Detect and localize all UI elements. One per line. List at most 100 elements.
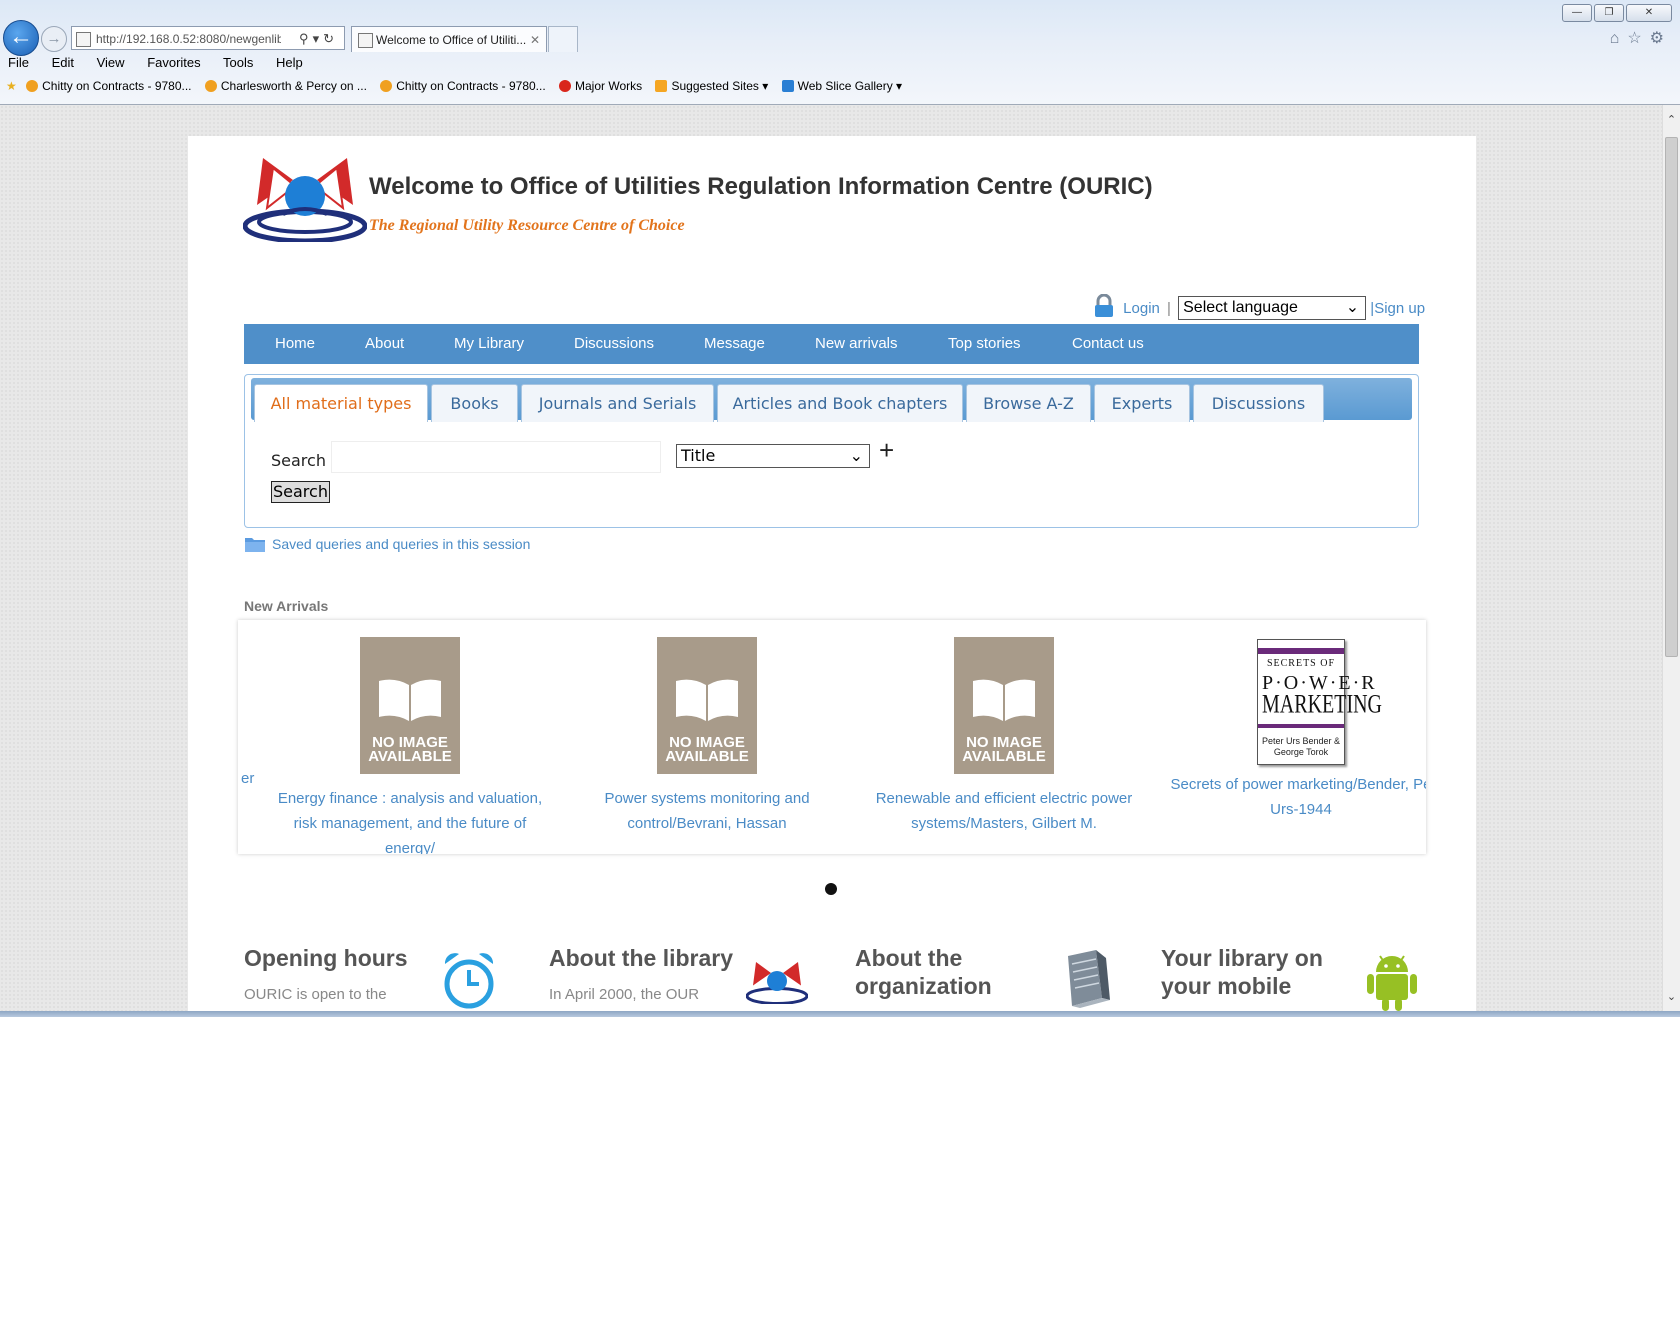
nav-my-library[interactable]: My Library [454,324,524,364]
previous-item-fragment[interactable]: er [241,770,254,787]
favorite-site-icon [655,80,668,92]
scroll-down-icon[interactable]: ⌄ [1663,990,1680,1007]
arrival-card[interactable]: SECRETS OF P·O·W·E·R MARKETING Peter Urs… [1156,620,1426,822]
new-arrivals-heading: New Arrivals [244,598,329,614]
favorite-item[interactable]: Web Slice Gallery ▾ [781,79,902,93]
arrival-card[interactable]: NO IMAGE AVAILABLE Renewable and efficien… [859,620,1149,836]
arrival-title[interactable]: Power systems monitoring and control/Bev… [562,786,852,836]
menu-file[interactable]: File [8,55,29,70]
nav-top-stories[interactable]: Top stories [948,324,1021,364]
nav-message[interactable]: Message [704,324,765,364]
tab-experts[interactable]: Experts [1094,384,1190,422]
about-library-section: About the library In April 2000, the OUR [549,944,739,1003]
nav-new-arrivals[interactable]: New arrivals [815,324,898,364]
arrival-title[interactable]: Renewable and efficient electric power s… [859,786,1149,836]
browser-tab[interactable]: Welcome to Office of Utiliti... ✕ [351,26,547,52]
close-icon[interactable]: ✕ [1626,4,1672,22]
tab-books[interactable]: Books [431,384,518,422]
about-library-title: About the library [549,945,734,971]
language-select[interactable]: Select language ⌄ [1178,296,1367,320]
browser-chrome: ← → http://192.168.0.52:8080/newgenlibct… [0,0,1680,105]
menu-favorites[interactable]: Favorites [147,55,200,70]
folder-icon [245,538,265,552]
favorite-site-icon [26,80,39,92]
search-label: Search [271,451,326,470]
mobile-library-section: Your library on your mobile [1161,944,1351,1013]
alarm-clock-icon [444,953,494,1009]
open-book-icon [973,679,1035,721]
page-viewport: Welcome to Office of Utilities Regulatio… [0,105,1662,1013]
user-bar: Login | Select language ⌄ |Sign up [1093,294,1425,320]
vertical-scrollbar[interactable]: ⌃ ⌄ [1662,105,1680,1013]
about-organization-section: About the organization [855,944,1045,1013]
tab-browse-a-z[interactable]: Browse A-Z [966,384,1091,422]
site-tagline: The Regional Utility Resource Centre of … [369,217,685,234]
menu-view[interactable]: View [97,55,125,70]
scroll-up-icon[interactable]: ⌃ [1663,113,1680,130]
search-tabs: All material types Books Journals and Se… [251,378,1412,422]
open-book-icon [676,679,738,721]
nav-discussions[interactable]: Discussions [574,324,654,364]
page-favicon-icon [76,32,91,47]
scrollbar-thumb[interactable] [1665,137,1678,657]
favorite-site-icon [204,80,217,92]
search-refresh-icon[interactable]: ⚲▾↻ [299,27,338,51]
about-organization-title: About the organization [855,945,992,999]
favorite-item[interactable]: Chitty on Contracts - 9780... [26,79,192,93]
favorites-star-icon[interactable]: ★ [6,79,17,93]
search-field-select[interactable]: Title ⌄ [676,444,870,468]
favorite-site-icon [380,80,393,92]
new-arrivals-carousel: er NO IMAGE AVAILABLE Energy finance : an… [238,620,1426,854]
favorite-site-icon [559,80,572,92]
nav-about[interactable]: About [365,324,404,364]
favorites-star-icon[interactable]: ☆ [1627,30,1649,47]
menu-bar: File Edit View Favorites Tools Help [8,55,322,70]
home-icon[interactable]: ⌂ [1610,30,1628,47]
favorite-item[interactable]: Chitty on Contracts - 9780... [380,79,546,93]
favorite-item[interactable]: Charlesworth & Percy on ... [204,79,367,93]
arrival-title[interactable]: Secrets of power marketing/Bender, Pe Ur… [1156,772,1427,822]
minimize-icon[interactable]: — [1562,4,1592,22]
menu-edit[interactable]: Edit [52,55,74,70]
favorite-item[interactable]: Major Works [559,79,642,93]
tab-all-material-types[interactable]: All material types [254,384,428,422]
back-button[interactable]: ← [3,20,39,56]
add-criteria-icon[interactable]: + [879,435,894,466]
new-tab-button[interactable] [548,26,578,52]
no-image-placeholder: NO IMAGE AVAILABLE [360,637,460,774]
menu-help[interactable]: Help [276,55,303,70]
mobile-library-title: Your library on your mobile [1161,945,1323,999]
ouric-logo-icon [243,158,367,242]
search-panel: All material types Books Journals and Se… [244,374,1419,528]
office-building-icon [1068,950,1110,1008]
favorites-bar: ★ Chitty on Contracts - 9780... Charlesw… [6,79,912,93]
tab-articles-and-book-chapters[interactable]: Articles and Book chapters [717,384,963,422]
saved-queries-link[interactable]: Saved queries and queries in this sessio… [244,535,530,553]
separator: | [1167,300,1171,317]
tab-close-icon[interactable]: ✕ [530,27,540,53]
library-logo-icon [746,962,808,1004]
carousel-page-dot[interactable] [825,883,837,895]
tab-discussions[interactable]: Discussions [1193,384,1324,422]
restore-icon[interactable]: ❐ [1594,4,1624,22]
taskbar [0,1011,1680,1017]
menu-tools[interactable]: Tools [223,55,253,70]
signup-link[interactable]: |Sign up [1370,300,1425,317]
arrival-card[interactable]: NO IMAGE AVAILABLE Energy finance : analy… [265,620,555,854]
search-input[interactable] [331,441,661,473]
tab-journals-and-serials[interactable]: Journals and Serials [521,384,714,422]
gear-icon[interactable]: ⚙ [1650,30,1672,47]
login-link[interactable]: Login [1123,300,1160,317]
favorite-site-icon [781,80,794,92]
nav-contact-us[interactable]: Contact us [1072,324,1144,364]
forward-button[interactable]: → [41,26,67,52]
favorite-item[interactable]: Suggested Sites ▾ [655,79,768,93]
address-bar[interactable]: http://192.168.0.52:8080/newgenlibct ⚲▾↻ [71,26,345,50]
arrival-card[interactable]: NO IMAGE AVAILABLE Power systems monitori… [562,620,852,836]
page-container: Welcome to Office of Utilities Regulatio… [188,136,1476,1013]
arrival-title[interactable]: Energy finance : analysis and valuation,… [265,786,555,854]
nav-home[interactable]: Home [275,324,315,364]
search-button[interactable]: Search [271,481,330,503]
chevron-down-icon: ⌄ [1345,299,1360,316]
no-image-placeholder: NO IMAGE AVAILABLE [954,637,1054,774]
